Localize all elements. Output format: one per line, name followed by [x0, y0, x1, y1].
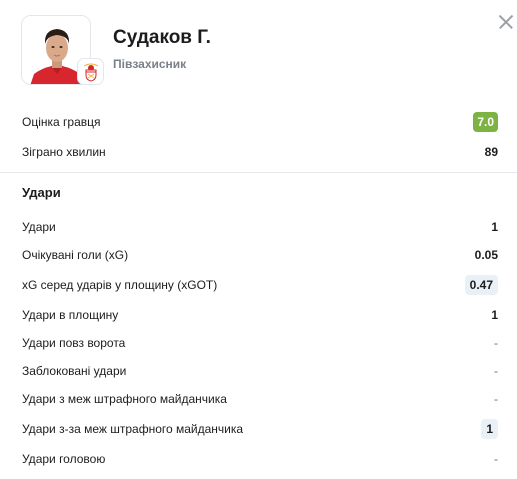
stat-value: - — [494, 392, 498, 406]
stat-label: Удари в площину — [22, 308, 119, 322]
stat-value: - — [494, 336, 498, 350]
stat-label: Удари головою — [22, 452, 106, 466]
club-crest-icon — [77, 58, 104, 85]
player-position: Півзахисник — [113, 57, 187, 71]
stat-label: Удари з меж штрафного майданчика — [22, 392, 227, 406]
stat-value-highlighted: 1 — [481, 419, 498, 439]
stat-row: xG серед ударів у площину (xGOT) 0.47 — [22, 274, 498, 296]
stat-row: Удари головою - — [22, 448, 498, 470]
stat-row: Удари з меж штрафного майданчика - — [22, 388, 498, 410]
minutes-row: Зіграно хвилин 89 — [22, 141, 498, 163]
stat-label: Заблоковані удари — [22, 364, 127, 378]
stat-label: Удари з-за меж штрафного майданчика — [22, 422, 244, 436]
rating-row: Оцінка гравця 7.0 — [22, 111, 498, 133]
stat-row: Удари з-за меж штрафного майданчика 1 — [22, 418, 498, 440]
stat-label: Очікувані голи (xG) — [22, 248, 129, 262]
stat-label: Удари повз ворота — [22, 336, 126, 350]
section-title-shots: Удари — [22, 185, 61, 200]
stat-value: 0.05 — [474, 248, 498, 262]
minutes-label: Зіграно хвилин — [22, 145, 106, 159]
divider — [0, 172, 517, 173]
stat-row: Удари повз ворота - — [22, 332, 498, 354]
stat-value-highlighted: 0.47 — [464, 275, 498, 295]
stat-row: Удари 1 — [22, 216, 498, 238]
stat-row: Заблоковані удари - — [22, 360, 498, 382]
rating-label: Оцінка гравця — [22, 115, 101, 129]
stat-value: - — [494, 452, 498, 466]
minutes-value: 89 — [484, 145, 498, 159]
stat-value: 1 — [491, 220, 498, 234]
stat-label: xG серед ударів у площину (xGOT) — [22, 278, 218, 292]
stat-value: 1 — [491, 308, 498, 322]
rating-badge: 7.0 — [473, 112, 498, 132]
stat-label: Удари — [22, 220, 56, 234]
player-name: Судаков Г. — [113, 27, 211, 48]
stat-value: - — [494, 364, 498, 378]
close-icon[interactable] — [496, 12, 516, 32]
stat-row: Удари в площину 1 — [22, 304, 498, 326]
stat-row: Очікувані голи (xG) 0.05 — [22, 244, 498, 266]
